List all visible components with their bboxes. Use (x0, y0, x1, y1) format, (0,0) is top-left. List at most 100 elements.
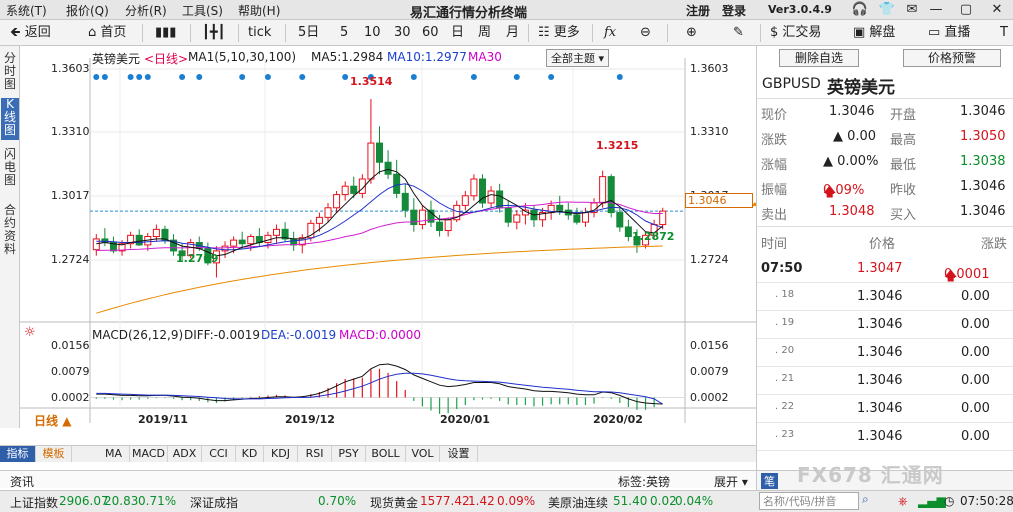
tab-contract-info[interactable]: 合约资料 (1, 204, 19, 260)
quote-value-bid: 1.3046 (960, 204, 1006, 219)
period-week-button[interactable]: 周 (478, 20, 491, 46)
theme-dropdown[interactable]: 全部主题 ▾ (546, 49, 610, 67)
tab-template[interactable]: 模板 (36, 446, 72, 462)
register-link[interactable]: 注册 (686, 2, 710, 19)
tab-vol[interactable]: VOL (406, 446, 440, 462)
oil-change: 0.02 (650, 494, 677, 508)
network-icon: ⎈ (898, 494, 908, 508)
tab-kline[interactable]: K线图 (1, 98, 19, 140)
toolbar-t-button[interactable]: T (1000, 20, 1008, 46)
candlestick-icon[interactable]: ┃╋┃ (202, 20, 225, 46)
menu-tools[interactable]: 工具(S) (182, 2, 223, 19)
tab-cci[interactable]: CCI (202, 446, 236, 462)
ma10-value: MA10:1.2977 (387, 50, 467, 64)
zoom-out-icon[interactable]: ⊖ (640, 20, 651, 46)
event-dot (93, 74, 100, 80)
back-label: 返回 (24, 25, 51, 40)
menu-help[interactable]: 帮助(H) (238, 2, 280, 19)
event-dot (136, 74, 143, 80)
period-day-button[interactable]: 日 (451, 20, 464, 46)
back-button[interactable]: 🡸 返回 (10, 20, 51, 46)
tick-row: 07:50 1.3047 0.0001 🡅 (757, 255, 1013, 284)
bar-chart-icon[interactable]: ▮▮▮ (155, 20, 176, 46)
tick-button[interactable]: tick (248, 20, 271, 46)
news-bar: 资讯 标签:英镑 展开 ▾ (0, 470, 756, 490)
corner-tab[interactable]: 笔 (761, 473, 778, 489)
tab-indicator[interactable]: 指标 (0, 446, 36, 462)
candle-body (247, 236, 255, 245)
home-button[interactable]: ⌂ 首页 (88, 20, 126, 46)
zoom-in-icon[interactable]: ⊕ (686, 20, 697, 46)
close-icon[interactable]: ✕ (988, 1, 1006, 19)
candle-body (152, 228, 160, 238)
candle-body (436, 221, 444, 232)
search-input[interactable]: 名称/代码/拼音 (759, 492, 859, 510)
remove-favorite-button[interactable]: 删除自选 (779, 49, 859, 67)
y-tick-right-3: 1.2724 (690, 253, 729, 266)
quote-value-open: 1.3046 (960, 104, 1006, 119)
period-selector[interactable]: 日线 ▲ (34, 412, 71, 429)
period-60m-button[interactable]: 60 (422, 20, 439, 46)
minimize-icon[interactable]: — (927, 1, 945, 19)
live-button[interactable]: ▭ 直播 (928, 20, 970, 46)
kline-chart[interactable]: 英镑美元 <日线> MA1(5,10,30,100) MA5:1.2984 MA… (20, 46, 756, 428)
tick-time: . 18 (775, 289, 795, 300)
candle-body (238, 239, 246, 245)
tick-row: . 23 1.3046 0.00 (757, 423, 1013, 451)
tab-macd[interactable]: MACD (130, 446, 168, 462)
quote-panel: 删除自选 价格预警 GBPUSD 英镑美元 现价 1.3046 开盘 1.304… (756, 46, 1013, 470)
y-tick-2: 1.3017 (51, 189, 90, 202)
tab-rsi[interactable]: RSI (298, 446, 332, 462)
tick-time: 07:50 (761, 261, 803, 276)
menu-quote[interactable]: 报价(Q) (66, 2, 109, 19)
ma5-value: MA5:1.2984 (311, 50, 384, 64)
tab-settings[interactable]: 设置 (440, 446, 478, 462)
period-10m-button[interactable]: 10 (364, 20, 381, 46)
period-30m-button[interactable]: 30 (394, 20, 411, 46)
quote-label-bid: 买入 (890, 208, 917, 223)
tab-kd[interactable]: KD (236, 446, 264, 462)
mail-icon[interactable]: ✉ (903, 1, 921, 19)
login-link[interactable]: 登录 (722, 2, 746, 19)
formula-button[interactable]: fx (604, 20, 616, 46)
tab-ma[interactable]: MA (98, 446, 130, 462)
tab-psy[interactable]: PSY (332, 446, 366, 462)
index-change: 20.83 (104, 494, 139, 508)
quote-label-open: 开盘 (890, 108, 917, 123)
candle-body (599, 176, 607, 204)
tab-flash[interactable]: 闪电图 (1, 148, 19, 188)
quote-label-high: 最高 (890, 133, 917, 148)
event-dot (548, 74, 555, 80)
news-label[interactable]: 资讯 (10, 473, 34, 490)
period-month-button[interactable]: 月 (506, 20, 519, 46)
period-5d-button[interactable]: 5日 (298, 20, 319, 46)
event-dot (513, 74, 520, 80)
search-icon[interactable]: ⌕ (862, 492, 869, 507)
quote-value-low: 1.3038 (960, 154, 1006, 169)
maximize-icon[interactable]: ▢ (957, 1, 975, 19)
tab-adx[interactable]: ADX (168, 446, 202, 462)
shirt-icon[interactable]: 👕 (878, 1, 896, 19)
event-dot (299, 74, 306, 80)
tab-kdj[interactable]: KDJ (264, 446, 298, 462)
period-5m-button[interactable]: 5 (340, 20, 348, 46)
tab-boll[interactable]: BOLL (366, 446, 406, 462)
menu-analysis[interactable]: 分析(R) (125, 2, 167, 19)
trade-button[interactable]: $ 汇交易 (770, 20, 821, 46)
jiepan-button[interactable]: ▣ 解盘 (853, 20, 895, 46)
more-button[interactable]: ☷ 更多 (538, 20, 580, 46)
high-price-label: 1.3514 (350, 75, 393, 88)
headset-icon[interactable]: 🎧 (851, 1, 869, 19)
tick-change: 0.00 (961, 401, 990, 416)
tab-timeshare[interactable]: 分时图 (1, 52, 19, 92)
amplitude-value: 0.09% (823, 183, 865, 198)
menu-bar: 系统(T) 报价(Q) 分析(R) 工具(S) 帮助(H) 易汇通行情分析终端 … (0, 0, 1013, 21)
symbol-code: GBPUSD (762, 76, 821, 92)
draw-pen-icon[interactable]: ✎ (733, 20, 744, 46)
tick-row: . 22 1.3046 0.00 (757, 395, 1013, 423)
expand-button[interactable]: 展开 ▾ (714, 473, 748, 490)
macd-tick-2: 0.0002 (51, 391, 90, 404)
crosshair-icon[interactable]: ☼ (24, 325, 36, 340)
menu-system[interactable]: 系统(T) (6, 2, 47, 19)
price-alert-button[interactable]: 价格预警 (903, 49, 1001, 67)
